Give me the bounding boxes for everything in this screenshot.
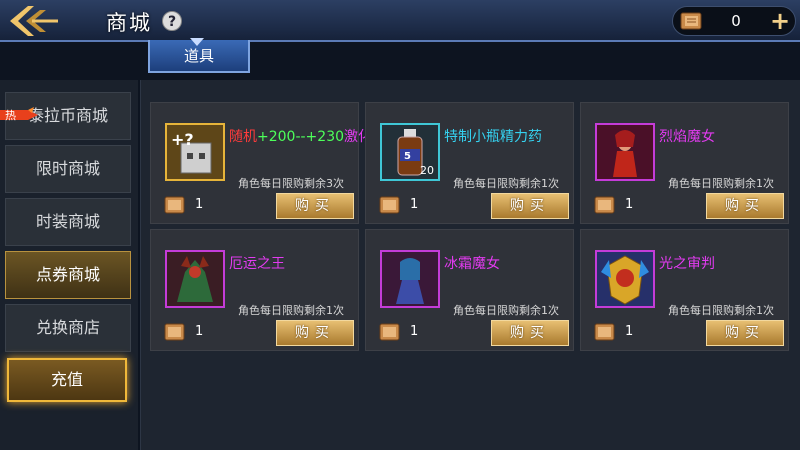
top-bar: 商城 ? 0 + xyxy=(0,0,800,42)
potion-icon: 5 20 xyxy=(380,123,440,181)
product-card: 5 20 特制小瓶精力药 角色每日限购剩余1次 1 购买 xyxy=(365,102,574,224)
product-name: 厄运之王 xyxy=(229,256,285,272)
buy-button[interactable]: 购买 xyxy=(706,320,784,346)
purchase-limit: 角色每日限购剩余1次 xyxy=(668,177,774,190)
sidebar: 泰拉币商城 限时商城 热 时装商城 点券商城 兑换商店 充值 xyxy=(0,80,138,450)
sidebar-item-limited-shop[interactable]: 限时商城 xyxy=(5,145,131,193)
product-name: 随机+200--+230激化 xyxy=(229,129,373,145)
product-card: 厄运之王 角色每日限购剩余1次 1 购买 xyxy=(150,229,359,351)
price-value: 1 xyxy=(410,324,419,339)
product-card: 光之审判 角色每日限购剩余1次 1 购买 xyxy=(580,229,789,351)
purchase-limit: 角色每日限购剩余3次 xyxy=(238,177,344,190)
product-name: 特制小瓶精力药 xyxy=(444,129,542,145)
purchase-limit: 角色每日限购剩余1次 xyxy=(453,177,559,190)
back-button[interactable] xyxy=(4,2,60,40)
frost-witch-card-icon xyxy=(380,250,440,308)
book-icon xyxy=(164,196,185,214)
book-icon xyxy=(379,323,400,341)
page-title: 商城 xyxy=(106,11,152,35)
buy-button[interactable]: 购买 xyxy=(491,193,569,219)
purchase-limit: 角色每日限购剩余1次 xyxy=(668,304,774,317)
svg-text:+?: +? xyxy=(171,130,194,149)
currency-display: 0 + xyxy=(672,6,796,36)
product-card: 烈焰魔女 角色每日限购剩余1次 1 购买 xyxy=(580,102,789,224)
sidebar-item-exchange-shop[interactable]: 兑换商店 xyxy=(5,304,131,352)
light-judgment-card-icon xyxy=(595,250,655,308)
buy-button[interactable]: 购买 xyxy=(276,193,354,219)
question-icon[interactable]: ? xyxy=(162,11,182,31)
random-enhance-icon: +? xyxy=(165,123,225,181)
purchase-limit: 角色每日限购剩余1次 xyxy=(238,304,344,317)
buy-button[interactable]: 购买 xyxy=(706,193,784,219)
chevron-down-icon xyxy=(190,38,204,46)
product-name: 光之审判 xyxy=(659,256,715,272)
price-value: 1 xyxy=(195,324,204,339)
flame-witch-card-icon xyxy=(595,123,655,181)
product-name: 冰霜魔女 xyxy=(444,256,500,272)
price-value: 1 xyxy=(625,324,634,339)
recharge-button[interactable]: 充值 xyxy=(7,358,127,402)
sidebar-item-label: 限时商城 xyxy=(35,159,100,178)
buy-button[interactable]: 购买 xyxy=(276,320,354,346)
shop-content: +? 随机+200--+230激化 角色每日限购剩余3次 1 购买 5 20 特… xyxy=(140,80,800,450)
book-icon xyxy=(594,323,615,341)
price-value: 1 xyxy=(195,197,204,212)
book-icon xyxy=(594,196,615,214)
stack-count: 20 xyxy=(420,164,434,177)
book-icon xyxy=(680,12,702,30)
product-name: 烈焰魔女 xyxy=(659,129,715,145)
sidebar-item-voucher-shop[interactable]: 点券商城 xyxy=(5,251,131,299)
buy-button[interactable]: 购买 xyxy=(491,320,569,346)
price-value: 1 xyxy=(410,197,419,212)
book-icon xyxy=(379,196,400,214)
svg-text:5: 5 xyxy=(404,151,411,162)
add-currency-button[interactable]: + xyxy=(767,8,793,34)
product-card: 冰霜魔女 角色每日限购剩余1次 1 购买 xyxy=(365,229,574,351)
doom-king-card-icon xyxy=(165,250,225,308)
sidebar-item-fashion-shop[interactable]: 时装商城 xyxy=(5,198,131,246)
hot-badge: 热 xyxy=(0,107,38,122)
book-icon xyxy=(164,323,185,341)
product-card: +? 随机+200--+230激化 角色每日限购剩余3次 1 购买 xyxy=(150,102,372,224)
hot-badge-text: 热 xyxy=(5,109,16,122)
price-value: 1 xyxy=(625,197,634,212)
currency-value: 0 xyxy=(731,12,741,30)
purchase-limit: 角色每日限购剩余1次 xyxy=(453,304,559,317)
back-arrow-icon xyxy=(10,6,58,36)
